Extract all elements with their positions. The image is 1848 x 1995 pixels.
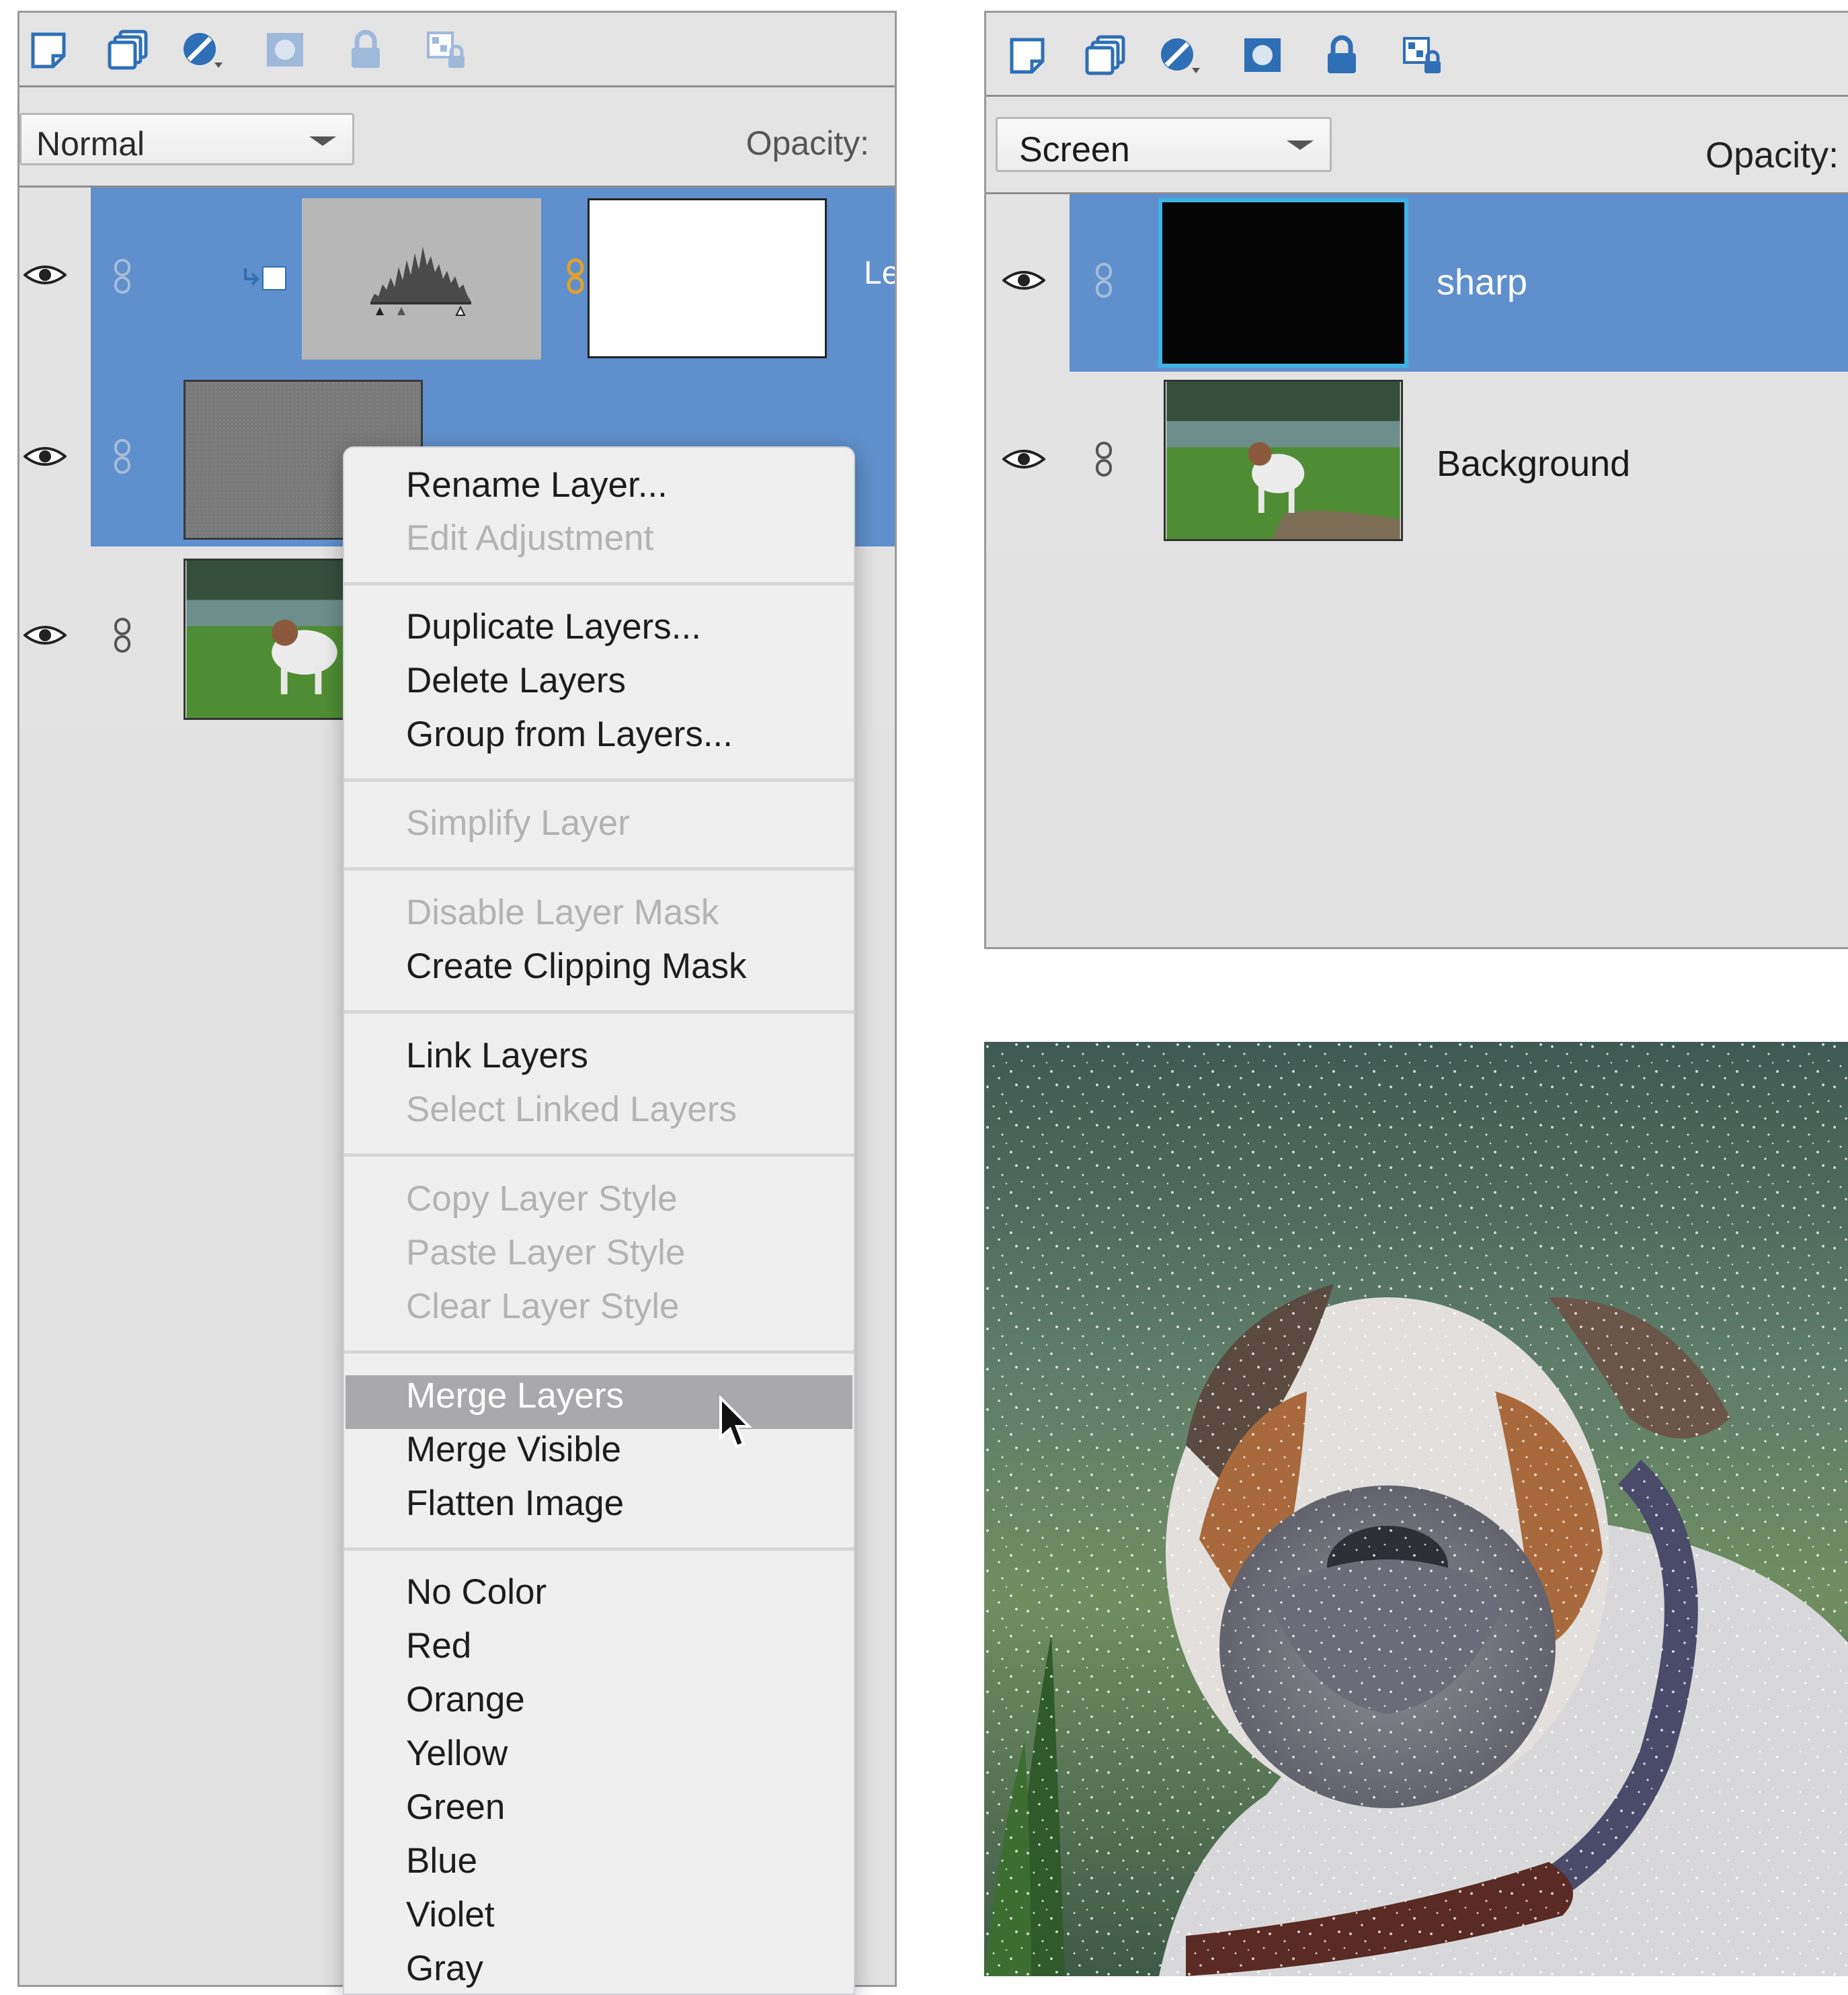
- menu-item-color-violet[interactable]: Violet: [406, 1894, 495, 1935]
- layers-toolbar: [986, 13, 1848, 97]
- menu-item-merge-visible[interactable]: Merge Visible: [406, 1429, 621, 1470]
- menu-item-color-none[interactable]: No Color: [406, 1572, 547, 1613]
- layer-name: Le: [864, 255, 897, 291]
- link-icon[interactable]: [112, 257, 132, 295]
- menu-item-color-red[interactable]: Red: [406, 1625, 471, 1666]
- duplicate-layer-icon[interactable]: [1083, 34, 1127, 76]
- menu-item-select-linked-layers: Select Linked Layers: [406, 1090, 737, 1129]
- menu-item-color-yellow[interactable]: Yellow: [406, 1733, 508, 1774]
- menu-item-color-orange[interactable]: Orange: [406, 1679, 525, 1720]
- lock-transparency-icon[interactable]: [1400, 34, 1445, 76]
- lock-icon[interactable]: [1320, 34, 1364, 76]
- menu-item-create-clipping-mask[interactable]: Create Clipping Mask: [406, 946, 747, 987]
- lock-transparency-icon: [427, 32, 465, 68]
- menu-separator: [344, 1010, 854, 1014]
- menu-item-merge-layers[interactable]: Merge Layers: [406, 1375, 624, 1416]
- eye-icon[interactable]: [24, 444, 67, 469]
- menu-item-rename-layer[interactable]: Rename Layer...: [406, 464, 668, 505]
- layer-mask-thumbnail[interactable]: [588, 198, 827, 358]
- menu-item-copy-layer-style: Copy Layer Style: [406, 1179, 678, 1219]
- link-icon[interactable]: [1094, 440, 1114, 478]
- chevron-down-icon: [1287, 140, 1314, 150]
- menu-separator: [344, 1153, 854, 1157]
- eye-icon[interactable]: [24, 263, 67, 287]
- adjustment-layer-icon[interactable]: [1158, 34, 1203, 76]
- blend-mode-select[interactable]: Normal: [19, 113, 354, 165]
- duplicate-layer-icon[interactable]: [106, 29, 150, 71]
- chevron-down-icon: [309, 136, 336, 146]
- blend-mode-value: Screen: [1019, 130, 1130, 169]
- link-icon[interactable]: [112, 616, 132, 654]
- menu-item-group-from-layers[interactable]: Group from Layers...: [406, 714, 733, 755]
- opacity-label: Opacity:: [1705, 135, 1839, 175]
- menu-item-edit-adjustment: Edit Adjustment: [406, 518, 654, 558]
- new-layer-icon[interactable]: [26, 29, 71, 71]
- blend-bar: Screen Opacity:: [986, 97, 1848, 194]
- layer-context-menu: Rename Layer... Edit Adjustment Duplicat…: [343, 446, 855, 1995]
- menu-separator: [344, 582, 854, 585]
- menu-item-color-blue[interactable]: Blue: [406, 1840, 477, 1881]
- blend-mode-select[interactable]: Screen: [996, 117, 1332, 172]
- layer-row[interactable]: Le: [19, 188, 895, 366]
- sharp-layer-thumbnail: [1158, 198, 1408, 368]
- mouse-cursor-icon: [719, 1395, 752, 1449]
- clipping-arrow-icon: [244, 266, 286, 290]
- layer-name-background: Background: [1437, 444, 1631, 484]
- image-preview-bulldog: [984, 1042, 1848, 1976]
- link-icon[interactable]: [1094, 261, 1114, 299]
- adjustment-layer-icon[interactable]: [181, 29, 225, 71]
- eye-icon[interactable]: [1002, 268, 1045, 292]
- new-layer-icon[interactable]: [1005, 34, 1049, 76]
- menu-item-clear-layer-style: Clear Layer Style: [406, 1287, 680, 1326]
- link-icon[interactable]: [112, 438, 132, 475]
- layer-row[interactable]: sharp: [986, 194, 1848, 372]
- layer-name-sharp: sharp: [1437, 262, 1528, 302]
- layers-toolbar: [19, 13, 895, 87]
- menu-item-delete-layers[interactable]: Delete Layers: [406, 660, 626, 701]
- menu-separator: [344, 867, 854, 870]
- menu-separator: [344, 778, 854, 782]
- eye-icon[interactable]: [1002, 447, 1045, 471]
- menu-item-flatten-image[interactable]: Flatten Image: [406, 1483, 624, 1524]
- layer-row[interactable]: Background: [986, 372, 1848, 551]
- menu-item-color-gray[interactable]: Gray: [406, 1948, 483, 1989]
- menu-separator: [344, 1547, 854, 1551]
- menu-item-disable-layer-mask: Disable Layer Mask: [406, 893, 719, 932]
- mask-icon: [267, 33, 303, 67]
- menu-item-simplify-layer: Simplify Layer: [406, 803, 630, 843]
- menu-item-paste-layer-style: Paste Layer Style: [406, 1233, 686, 1272]
- menu-item-duplicate-layers[interactable]: Duplicate Layers...: [406, 606, 701, 647]
- menu-separator: [344, 1350, 854, 1354]
- opacity-label: Opacity:: [746, 124, 869, 162]
- menu-item-link-layers[interactable]: Link Layers: [406, 1035, 588, 1076]
- mask-link-icon[interactable]: [565, 257, 586, 295]
- levels-thumbnail: [302, 198, 541, 360]
- eye-icon[interactable]: [24, 623, 67, 647]
- menu-item-color-green[interactable]: Green: [406, 1787, 505, 1828]
- blend-mode-value: Normal: [36, 125, 145, 163]
- histogram-icon: [370, 247, 471, 316]
- layers-panel-right: Screen Opacity: sharp Background: [984, 11, 1848, 949]
- mask-icon[interactable]: [1240, 34, 1285, 76]
- background-layer-thumbnail: [1164, 380, 1403, 541]
- blend-bar: Normal Opacity:: [19, 87, 895, 188]
- lock-icon: [352, 30, 380, 68]
